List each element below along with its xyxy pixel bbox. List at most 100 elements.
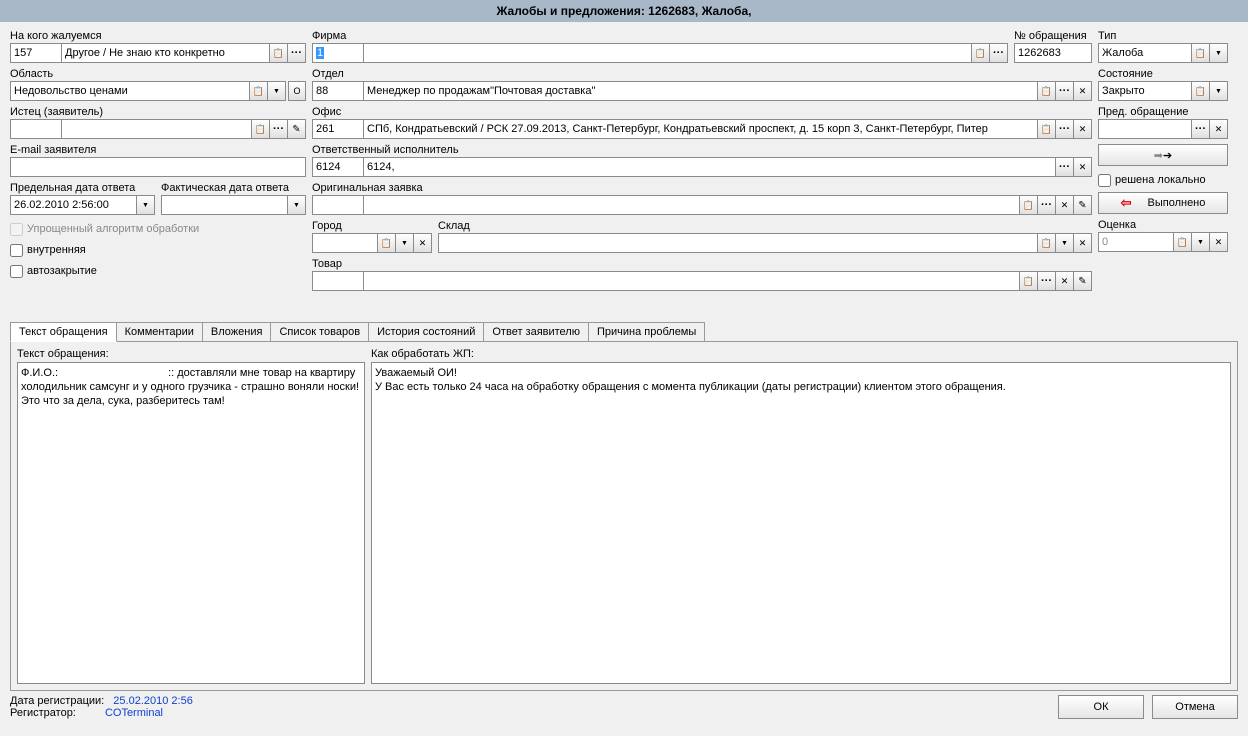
orig-code[interactable] — [312, 195, 364, 215]
office-code[interactable]: 261 — [312, 119, 364, 139]
dots-button[interactable] — [1038, 195, 1056, 215]
tab-products[interactable]: Список товаров — [270, 322, 369, 342]
orig-text[interactable] — [364, 195, 1020, 215]
local-checkbox[interactable] — [1098, 174, 1111, 187]
clear-icon[interactable] — [1210, 232, 1228, 252]
product-text[interactable] — [364, 271, 1020, 291]
clear-icon[interactable] — [1210, 119, 1228, 139]
lookup-icon[interactable] — [1038, 119, 1056, 139]
lookup-icon[interactable] — [1038, 233, 1056, 253]
cancel-button[interactable]: Отмена — [1152, 695, 1238, 719]
edit-icon[interactable] — [1074, 195, 1092, 215]
lookup-icon[interactable] — [250, 81, 268, 101]
clear-icon[interactable] — [1074, 81, 1092, 101]
lookup-icon[interactable] — [1174, 232, 1192, 252]
dots-button[interactable] — [1056, 157, 1074, 177]
warehouse-input[interactable] — [438, 233, 1038, 253]
clear-icon[interactable] — [414, 233, 432, 253]
actual-input[interactable] — [161, 195, 288, 215]
ok-button[interactable]: ОК — [1058, 695, 1144, 719]
dots-button[interactable] — [1056, 119, 1074, 139]
right-column: Тип Жалоба Состояние Закрыто Пред. обращ… — [1098, 30, 1228, 318]
tab-comments[interactable]: Комментарии — [116, 322, 203, 342]
tab-attachments[interactable]: Вложения — [202, 322, 272, 342]
dept-code[interactable]: 88 — [312, 81, 364, 101]
clear-icon[interactable] — [1074, 233, 1092, 253]
lookup-icon[interactable] — [1192, 43, 1210, 63]
rating-input[interactable]: 0 — [1098, 232, 1174, 252]
internal-checkbox[interactable] — [10, 244, 23, 257]
internal-checkbox-row[interactable]: внутренняя — [10, 241, 306, 259]
lookup-icon[interactable] — [1020, 271, 1038, 291]
email-input[interactable] — [10, 157, 306, 177]
dots-button[interactable] — [1038, 271, 1056, 291]
registrar-label: Регистратор: — [10, 707, 76, 719]
firm-code[interactable]: 1 — [312, 43, 364, 63]
tab-text[interactable]: Текст обращения — [10, 322, 117, 342]
local-checkbox-row[interactable]: решена локально — [1098, 171, 1228, 189]
lookup-icon[interactable] — [1020, 195, 1038, 215]
warehouse-label: Склад — [438, 220, 1092, 232]
internal-label: внутренняя — [27, 244, 86, 256]
firm-text[interactable] — [364, 43, 972, 63]
tab-reason[interactable]: Причина проблемы — [588, 322, 705, 342]
howto-text[interactable]: Уважаемый ОИ! У Вас есть только 24 часа … — [371, 362, 1231, 684]
clear-icon[interactable] — [1074, 157, 1092, 177]
office-text[interactable]: СПб, Кондратьевский / РСК 27.09.2013, Са… — [364, 119, 1038, 139]
complaint-text[interactable]: Ф.И.О.: :: доставляли мне товар на кварт… — [17, 362, 365, 684]
dropdown-icon[interactable] — [1210, 43, 1228, 63]
arrow-button[interactable]: ➔ — [1098, 144, 1228, 166]
resp-code[interactable]: 6124 — [312, 157, 364, 177]
dept-label: Отдел — [312, 68, 1092, 80]
clear-icon[interactable] — [1056, 195, 1074, 215]
lookup-icon[interactable] — [972, 43, 990, 63]
resp-text[interactable]: 6124, — [364, 157, 1056, 177]
edit-icon[interactable] — [288, 119, 306, 139]
tab-history[interactable]: История состояний — [368, 322, 484, 342]
complainee-code[interactable]: 157 — [10, 43, 62, 63]
dropdown-icon[interactable] — [268, 81, 286, 101]
o-button[interactable] — [288, 81, 306, 101]
clear-icon[interactable] — [1056, 271, 1074, 291]
dots-button[interactable] — [1192, 119, 1210, 139]
dots-button[interactable] — [270, 119, 288, 139]
product-code[interactable] — [312, 271, 364, 291]
local-label: решена локально — [1115, 174, 1206, 186]
claimant-name[interactable] — [62, 119, 252, 139]
dropdown-icon[interactable] — [396, 233, 414, 253]
request-num[interactable]: 1262683 — [1014, 43, 1092, 63]
email-label: E-mail заявителя — [10, 144, 306, 156]
complainee-text[interactable]: Другое / Не знаю кто конкретно — [62, 43, 270, 63]
clear-icon[interactable] — [1074, 119, 1092, 139]
actual-label: Фактическая дата ответа — [161, 182, 306, 194]
dots-button[interactable] — [1056, 81, 1074, 101]
lookup-icon[interactable] — [378, 233, 396, 253]
lookup-icon[interactable] — [1038, 81, 1056, 101]
dropdown-icon[interactable] — [1056, 233, 1074, 253]
deadline-input[interactable]: 26.02.2010 2:56:00 — [10, 195, 137, 215]
lookup-icon[interactable] — [1192, 81, 1210, 101]
lookup-icon[interactable] — [252, 119, 270, 139]
red-arrow-icon: ⇦ — [1121, 195, 1132, 211]
dropdown-icon[interactable] — [288, 195, 306, 215]
dots-button[interactable] — [288, 43, 306, 63]
dropdown-icon[interactable] — [1210, 81, 1228, 101]
dots-button[interactable] — [990, 43, 1008, 63]
region-input[interactable]: Недовольство ценами — [10, 81, 250, 101]
office-label: Офис — [312, 106, 1092, 118]
prev-input[interactable] — [1098, 119, 1192, 139]
edit-icon[interactable] — [1074, 271, 1092, 291]
dropdown-icon[interactable] — [1192, 232, 1210, 252]
lookup-icon[interactable] — [270, 43, 288, 63]
state-input[interactable]: Закрыто — [1098, 81, 1192, 101]
city-input[interactable] — [312, 233, 378, 253]
dept-text[interactable]: Менеджер по продажам"Почтовая доставка" — [364, 81, 1038, 101]
done-button[interactable]: ⇦ Выполнено — [1098, 192, 1228, 214]
dropdown-icon[interactable] — [137, 195, 155, 215]
claimant-code[interactable] — [10, 119, 62, 139]
autoclose-checkbox[interactable] — [10, 265, 23, 278]
tab-reply[interactable]: Ответ заявителю — [483, 322, 589, 342]
autoclose-checkbox-row[interactable]: автозакрытие — [10, 262, 306, 280]
type-input[interactable]: Жалоба — [1098, 43, 1192, 63]
claimant-label: Истец (заявитель) — [10, 106, 306, 118]
